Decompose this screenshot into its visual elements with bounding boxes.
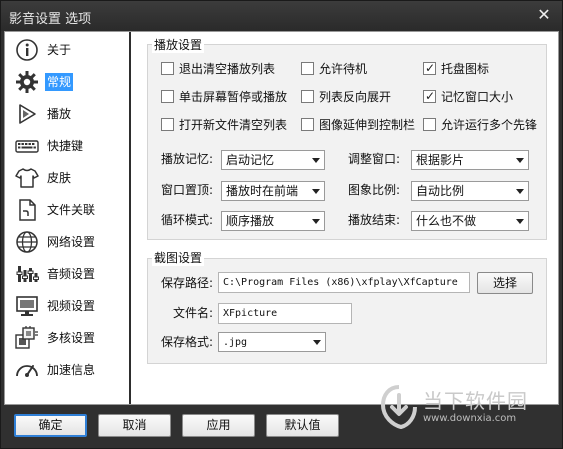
sidebar-item-hotkeys[interactable]: 快捷键 xyxy=(13,131,127,161)
playback-end-label: 播放结束: xyxy=(348,213,401,227)
checkbox-extend-image-to-controlbar[interactable]: 图像延伸到控制栏 xyxy=(301,117,421,133)
sidebar-item-label: 音频设置 xyxy=(47,267,96,281)
save-format-label: 保存格式: xyxy=(161,335,214,349)
window-title: 影音设置 选项 xyxy=(9,12,92,27)
playback-end-select[interactable]: 什么也不做 xyxy=(411,211,529,231)
settings-window: 影音设置 选项 ✕ 关于 常规 播放 快捷键 皮肤 文件关联 网络设置 音频设置… xyxy=(0,0,563,449)
default-button[interactable]: 默认值 xyxy=(266,414,339,437)
sidebar-item-about[interactable]: 关于 xyxy=(13,35,127,65)
sidebar-item-label: 皮肤 xyxy=(47,171,72,185)
sidebar-item-label: 加速信息 xyxy=(47,363,96,377)
save-path-label: 保存路径: xyxy=(161,276,214,290)
chevron-down-icon xyxy=(516,219,524,224)
keyboard-icon xyxy=(15,134,39,158)
filename-input[interactable]: XFpicture xyxy=(218,303,352,324)
sidebar: 关于 常规 播放 快捷键 皮肤 文件关联 网络设置 音频设置 视频设置 多核设置… xyxy=(5,32,131,404)
chevron-down-icon xyxy=(312,219,320,224)
chevron-down-icon xyxy=(312,158,320,163)
chevron-down-icon xyxy=(313,340,321,345)
aspect-ratio-label: 图象比例: xyxy=(348,183,401,197)
sidebar-item-file-association[interactable]: 文件关联 xyxy=(13,195,127,225)
sidebar-item-label: 常规 xyxy=(45,73,74,91)
check-icon: ✓ xyxy=(425,89,436,103)
loop-mode-select[interactable]: 顺序播放 xyxy=(221,211,325,231)
apply-button[interactable]: 应用 xyxy=(182,414,255,437)
title-bar[interactable]: 影音设置 选项 ✕ xyxy=(1,1,562,31)
sidebar-item-label: 快捷键 xyxy=(47,139,84,153)
speedometer-icon xyxy=(15,358,39,382)
sidebar-item-label: 多核设置 xyxy=(47,331,96,345)
sidebar-item-label: 文件关联 xyxy=(47,203,96,217)
sidebar-item-multicore[interactable]: 多核设置 xyxy=(13,323,127,353)
checkbox-reverse-list[interactable]: 列表反向展开 xyxy=(301,89,421,105)
cancel-button[interactable]: 取消 xyxy=(98,414,171,437)
gear-icon xyxy=(15,70,39,94)
play-memory-select[interactable]: 启动记忆 xyxy=(221,150,325,170)
sidebar-item-label: 视频设置 xyxy=(47,299,96,313)
sidebar-item-playback[interactable]: 播放 xyxy=(13,99,127,129)
browse-button[interactable]: 选择 xyxy=(477,272,533,294)
checkbox-allow-standby[interactable]: 允许待机 xyxy=(301,61,401,77)
window-on-top-select[interactable]: 播放时在前端 xyxy=(221,181,325,201)
adjust-window-label: 调整窗口: xyxy=(348,152,401,166)
sidebar-item-label: 网络设置 xyxy=(47,235,96,249)
sidebar-item-skin[interactable]: 皮肤 xyxy=(13,163,127,193)
globe-icon xyxy=(15,230,39,254)
chevron-down-icon xyxy=(516,189,524,194)
save-path-input[interactable]: C:\Program Files (x86)\xfplay\XfCapture xyxy=(218,272,470,293)
checkbox-clear-playlist-on-exit[interactable]: 退出清空播放列表 xyxy=(161,61,291,77)
check-icon: ✓ xyxy=(425,61,436,75)
ok-button[interactable]: 确定 xyxy=(14,414,87,437)
checkbox-allow-multiple-instances[interactable]: 允许运行多个先锋 xyxy=(423,117,553,133)
close-icon[interactable]: ✕ xyxy=(534,5,554,25)
capture-settings-title: 截图设置 xyxy=(152,249,205,266)
sidebar-item-label: 关于 xyxy=(47,43,72,57)
playback-settings-title: 播放设置 xyxy=(152,36,205,53)
checkbox-tray-icon[interactable]: ✓ 托盘图标 xyxy=(423,61,543,77)
monitor-icon xyxy=(15,294,39,318)
chevron-down-icon xyxy=(312,189,320,194)
checkbox-click-to-pause[interactable]: 单击屏幕暂停或播放 xyxy=(161,89,291,105)
sidebar-item-general[interactable]: 常规 xyxy=(13,67,127,97)
filename-label: 文件名: xyxy=(173,306,214,320)
sidebar-item-acceleration[interactable]: 加速信息 xyxy=(13,355,127,385)
settings-panel: 播放设置 退出清空播放列表 允许待机 ✓ 托盘图标 单击屏幕暂停或播放 列表反向… xyxy=(133,32,558,404)
sidebar-item-label: 播放 xyxy=(47,107,72,121)
window-on-top-label: 窗口置顶: xyxy=(161,183,214,197)
sidebar-item-network[interactable]: 网络设置 xyxy=(13,227,127,257)
checkbox-clear-list-on-open[interactable]: 打开新文件清空列表 xyxy=(161,117,291,133)
play-icon xyxy=(15,102,39,126)
checkbox-remember-window-size[interactable]: ✓ 记忆窗口大小 xyxy=(423,89,543,105)
audio-icon xyxy=(15,262,39,286)
dialog-body: 关于 常规 播放 快捷键 皮肤 文件关联 网络设置 音频设置 视频设置 多核设置… xyxy=(4,31,559,405)
sidebar-item-video[interactable]: 视频设置 xyxy=(13,291,127,321)
sidebar-item-audio[interactable]: 音频设置 xyxy=(13,259,127,289)
chevron-down-icon xyxy=(516,158,524,163)
shirt-icon xyxy=(15,166,39,190)
loop-mode-label: 循环模式: xyxy=(161,213,214,227)
dialog-button-bar: 确定 取消 应用 默认值 xyxy=(1,406,562,448)
cpu-icon xyxy=(15,326,39,350)
play-memory-label: 播放记忆: xyxy=(161,152,214,166)
info-icon xyxy=(15,38,39,62)
save-format-select[interactable]: .jpg xyxy=(218,332,326,352)
adjust-window-select[interactable]: 根据影片 xyxy=(411,150,529,170)
aspect-ratio-select[interactable]: 自动比例 xyxy=(411,181,529,201)
file-icon xyxy=(15,198,39,222)
